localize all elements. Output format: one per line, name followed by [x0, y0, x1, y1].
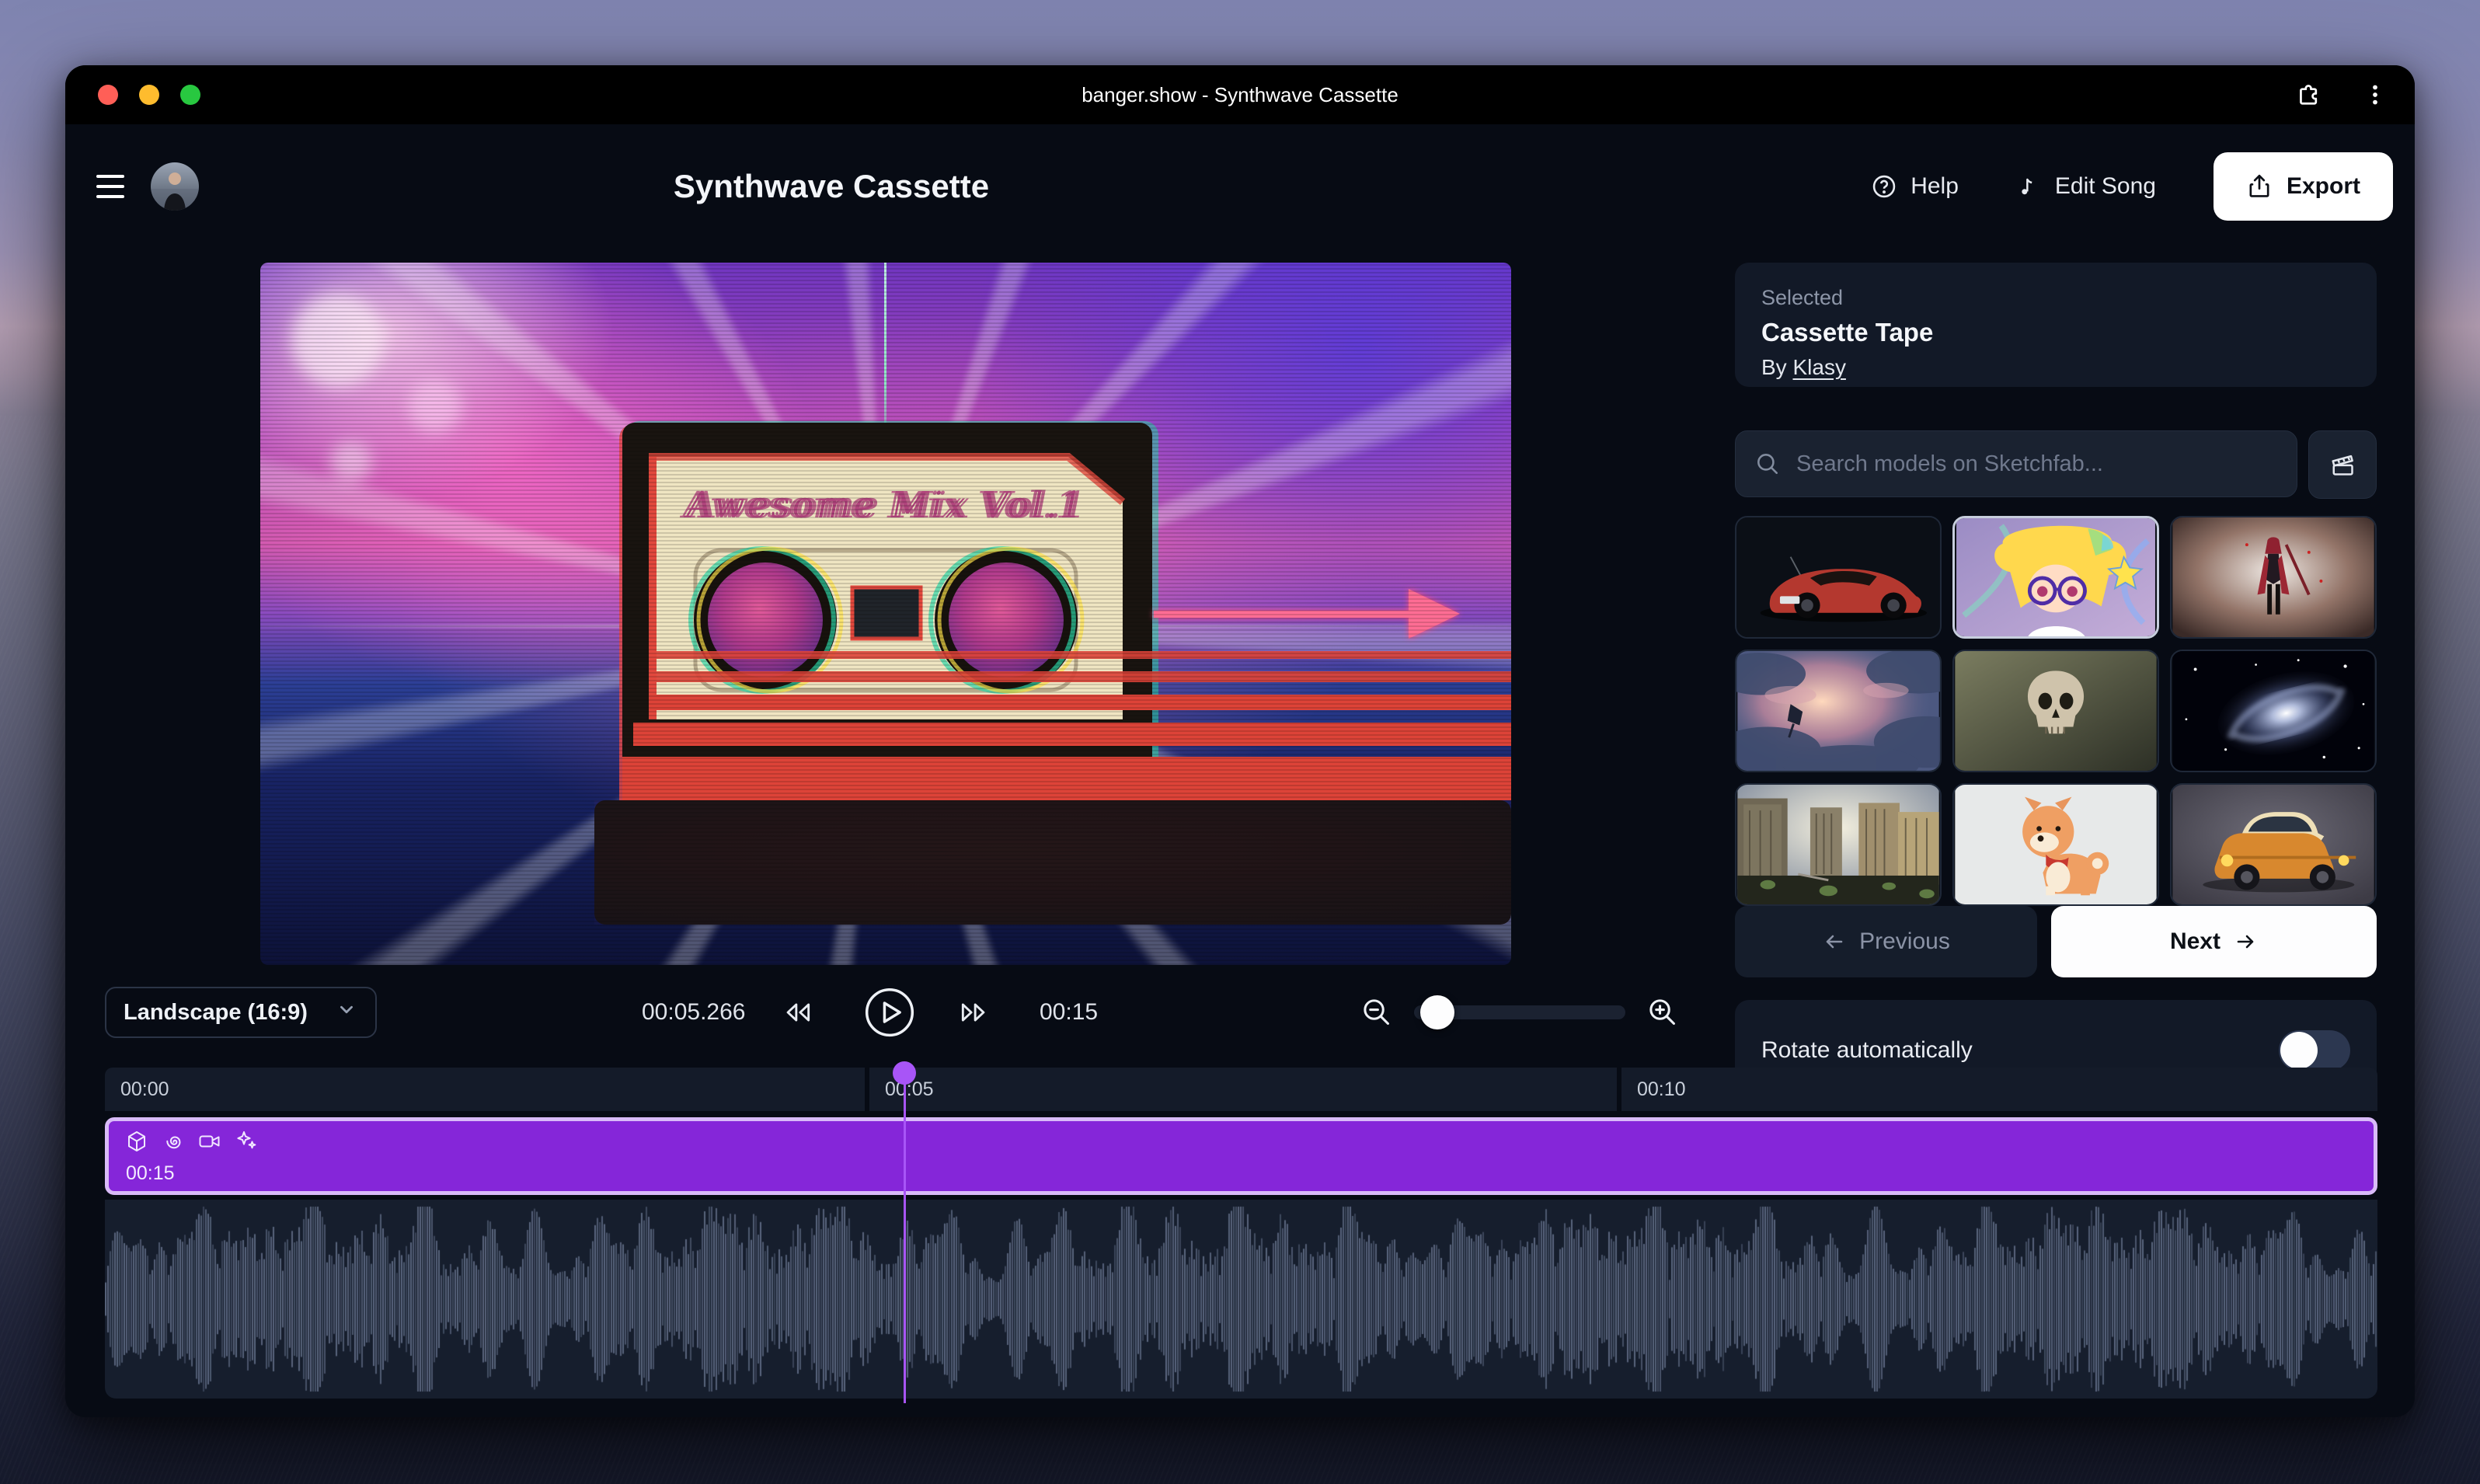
by-prefix: By — [1761, 355, 1792, 379]
fast-forward-button[interactable] — [956, 995, 991, 1030]
arrow-left-icon — [1822, 929, 1847, 954]
video-camera-icon — [197, 1129, 222, 1154]
next-page-button[interactable]: Next — [2051, 906, 2377, 977]
user-avatar[interactable] — [151, 162, 199, 211]
help-question-icon — [1870, 172, 1898, 200]
selected-model-card: Selected Cassette Tape By Klasy — [1735, 263, 2377, 387]
spiral-icon — [161, 1129, 186, 1154]
help-label: Help — [1911, 173, 1959, 200]
model-search-input[interactable] — [1795, 451, 2278, 478]
app-window: banger.show - Synthwave Cassette — [65, 65, 2415, 1417]
search-icon — [1754, 451, 1781, 477]
ruler-section[interactable]: 00:00 — [105, 1068, 865, 1111]
video-preview-viewport[interactable]: Awesome Mix Vol.1 Awesome Mix Vol.1 Awes… — [260, 263, 1511, 965]
timeline-ruler: 00:00 00:05 00:10 — [105, 1068, 2377, 1111]
current-time: 00:05.266 — [642, 999, 745, 1026]
ruler-marker: 00:00 — [120, 1078, 169, 1101]
traffic-lights — [65, 85, 200, 105]
model-thumbnail[interactable] — [2170, 516, 2377, 639]
clapperboard-icon — [2327, 449, 2358, 480]
ruler-section[interactable]: 00:05 — [869, 1068, 1617, 1111]
waveform-canvas — [105, 1200, 2377, 1399]
aspect-ratio-value: Landscape (16:9) — [124, 1000, 308, 1026]
previous-page-button[interactable]: Previous — [1735, 906, 2037, 977]
hamburger-menu-icon[interactable] — [96, 175, 124, 198]
export-button[interactable]: Export — [2214, 152, 2393, 221]
share-upload-icon — [2246, 173, 2273, 200]
aspect-ratio-select[interactable]: Landscape (16:9) — [105, 987, 377, 1038]
sparkles-icon — [234, 1129, 259, 1154]
minimize-button[interactable] — [139, 85, 159, 105]
timeline-clip[interactable]: 00:15 — [105, 1117, 2377, 1195]
rotate-automatically-toggle[interactable] — [2279, 1030, 2350, 1071]
window-title: banger.show - Synthwave Cassette — [1082, 83, 1398, 107]
timeline: 00:00 00:05 00:10 00:15 — [105, 1068, 2377, 1399]
extensions-puzzle-icon[interactable] — [2294, 81, 2322, 109]
model-thumbnail[interactable] — [1735, 650, 1942, 772]
fullscreen-button[interactable] — [180, 85, 200, 105]
author-link[interactable]: Klasy — [1792, 355, 1845, 379]
model-thumbnail[interactable] — [1735, 516, 1942, 639]
playhead-line — [904, 1082, 906, 1403]
chevron-down-icon — [335, 998, 358, 1027]
arrow-right-icon — [2233, 929, 2258, 954]
ruler-section[interactable]: 00:10 — [1621, 1068, 2377, 1111]
model-thumbnail[interactable] — [1735, 783, 1942, 906]
selected-model-name: Cassette Tape — [1761, 318, 2350, 347]
rotate-automatically-label: Rotate automatically — [1761, 1037, 1973, 1064]
browser-menu-kebab-icon[interactable] — [2362, 82, 2388, 108]
playhead[interactable] — [892, 1061, 917, 1403]
next-label: Next — [2170, 928, 2221, 955]
export-label: Export — [2287, 173, 2360, 200]
clapperboard-button[interactable] — [2308, 430, 2377, 499]
model-thumbnail[interactable] — [2170, 783, 2377, 906]
selected-heading: Selected — [1761, 286, 2350, 310]
timeline-zoom-slider[interactable] — [1414, 1005, 1625, 1019]
previous-label: Previous — [1859, 928, 1950, 955]
model-thumbnail[interactable] — [1952, 783, 2159, 906]
zoom-in-button[interactable] — [1646, 995, 1680, 1029]
zoom-out-button[interactable] — [1360, 995, 1394, 1029]
title-bar: banger.show - Synthwave Cassette — [65, 65, 2415, 124]
edit-song-label: Edit Song — [2055, 173, 2156, 200]
model-thumbnail[interactable] — [1952, 516, 2159, 639]
page-title: Synthwave Cassette — [674, 168, 989, 205]
toggle-knob — [2280, 1032, 2318, 1069]
slider-knob[interactable] — [1420, 995, 1454, 1029]
app-header: Synthwave Cassette Help Edit Song — [65, 124, 2415, 249]
ruler-marker: 00:10 — [1637, 1078, 1686, 1101]
scanlines-overlay — [260, 263, 1511, 965]
model-grid — [1735, 516, 2377, 906]
3d-cube-icon — [124, 1129, 149, 1154]
model-thumbnail[interactable] — [1952, 650, 2159, 772]
help-button[interactable]: Help — [1870, 172, 1959, 200]
selected-author-line: By Klasy — [1761, 355, 2350, 380]
audio-waveform[interactable] — [105, 1200, 2377, 1399]
total-time: 00:15 — [1040, 999, 1098, 1026]
music-note-icon — [2016, 173, 2043, 200]
play-button[interactable] — [862, 985, 917, 1040]
model-search-box[interactable] — [1735, 430, 2297, 497]
close-button[interactable] — [98, 85, 118, 105]
rewind-button[interactable] — [780, 995, 816, 1030]
model-thumbnail[interactable] — [2170, 650, 2377, 772]
clip-icons — [124, 1129, 259, 1154]
clip-duration: 00:15 — [126, 1162, 175, 1185]
edit-song-button[interactable]: Edit Song — [2016, 173, 2156, 200]
